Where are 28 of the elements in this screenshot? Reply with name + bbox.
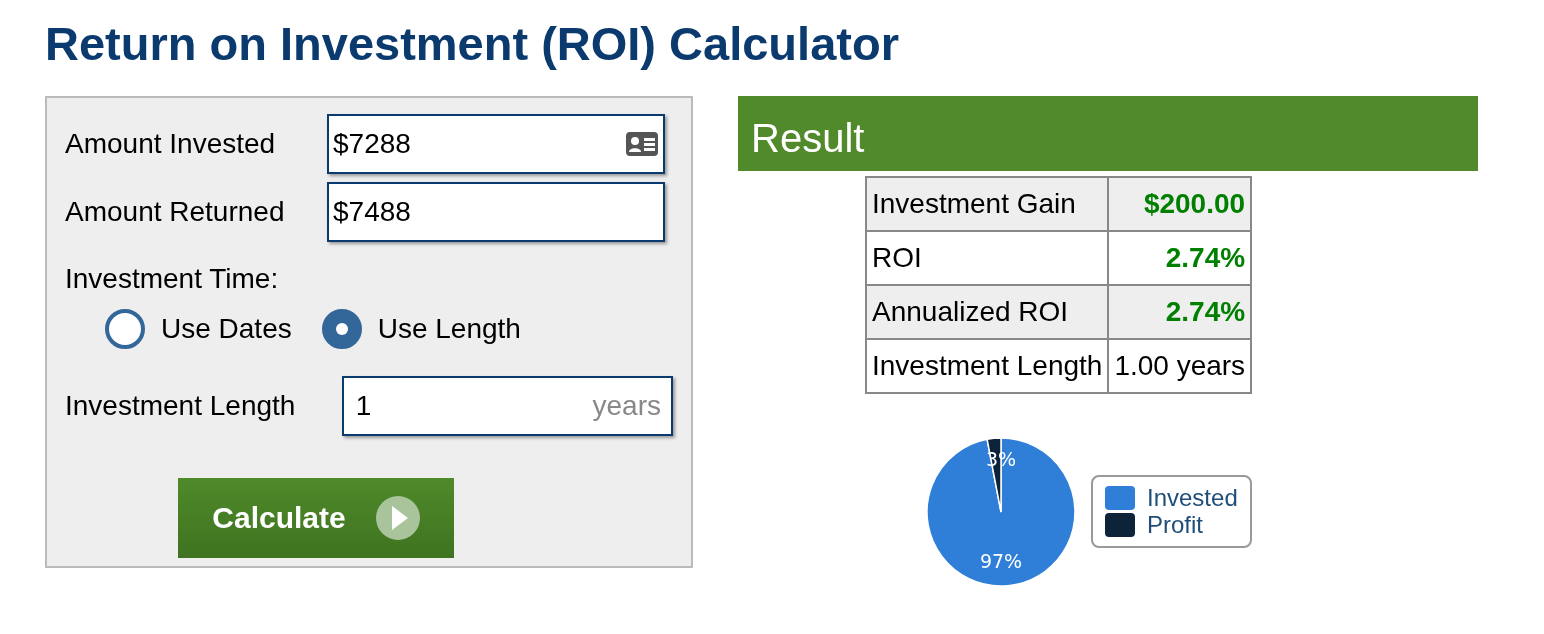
legend-label: Profit [1147, 511, 1203, 539]
table-cell: Investment Length [866, 338, 1109, 393]
input-field[interactable]: $7288 [327, 113, 665, 174]
radio-button[interactable] [105, 308, 145, 349]
input-field[interactable]: 1 years [341, 375, 673, 436]
unit-label: years [592, 388, 661, 423]
table-cell: $200.00 [1108, 176, 1252, 231]
field-label: Amount Invested [65, 126, 277, 161]
radio-button[interactable] [321, 308, 362, 349]
calculate-button[interactable]: Calculate [178, 477, 454, 558]
table-cell: 1.00 years [1108, 338, 1252, 393]
play-icon [375, 495, 420, 540]
contact-card-icon [625, 130, 659, 157]
table-cell: Annualized ROI [866, 284, 1109, 339]
table-cell: ROI [866, 230, 1109, 285]
section-label: Investment Time: [65, 261, 280, 296]
radio-option[interactable]: Use Dates [105, 307, 292, 350]
result-header: Result [738, 95, 1478, 171]
table-cell: 2.74% [1108, 284, 1252, 339]
table-cell: 2.74% [1108, 230, 1252, 285]
field-label: Amount Returned [65, 194, 286, 229]
field-label: Investment Length [65, 388, 297, 423]
legend-label: Invested [1147, 485, 1238, 512]
radio-option[interactable]: Use Length [321, 307, 521, 350]
data-label: 97% [979, 549, 1023, 572]
table-cell: Investment Gain [866, 176, 1109, 231]
input-field[interactable]: $7488 [327, 181, 665, 242]
page-title: Return on Investment (ROI) Calculator [45, 18, 900, 70]
